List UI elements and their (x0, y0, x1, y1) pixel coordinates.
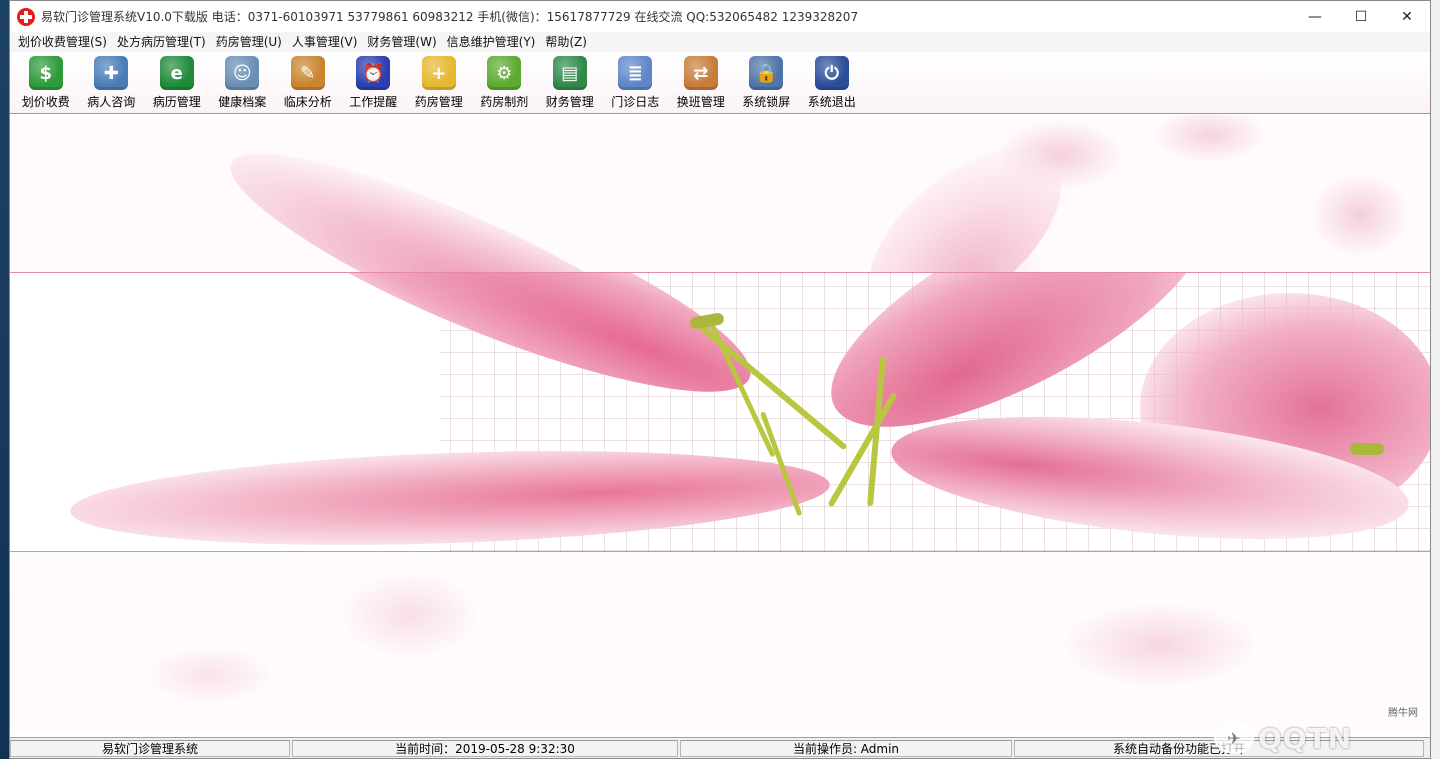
doctor-icon: ✚ (94, 56, 129, 90)
toolbar-button-7[interactable]: ⚙ 药房制剂 (472, 56, 538, 113)
menu-bar: 划价收费管理(S) 处方病历管理(T) 药房管理(U) 人事管理(V) 财务管理… (10, 32, 1430, 52)
desktop-background-right (1430, 0, 1440, 759)
toolbar-button-label: 工作提醒 (349, 95, 398, 109)
toolbar-button-label: 病人咨询 (87, 95, 136, 109)
toolbar-button-label: 临床分析 (283, 95, 332, 109)
site-watermark: 腾牛网 ✈ QQTN (1214, 704, 1424, 758)
toolbar-button-4[interactable]: ✎ 临床分析 (275, 56, 341, 113)
toolbar-button-label: 划价收费 (21, 95, 70, 109)
toolbar-button-label: 药房制剂 (480, 95, 529, 109)
green-book-icon: e (159, 56, 194, 90)
toolbar-button-label: 病历管理 (152, 95, 201, 109)
toolbar-button-11[interactable]: 🔒 系统锁屏 (734, 56, 800, 113)
toolbar-button-label: 系统锁屏 (742, 95, 791, 109)
menu-personnel[interactable]: 人事管理(V) (287, 32, 363, 52)
toolbar: $ 划价收费 ✚ 病人咨询 e 病历管理 ☺ 健康档案 ✎ 临床分析 ⏰ 工作提醒 + 药房管理 ⚙ 药房制剂… (10, 52, 1430, 114)
alarm-clock-icon: ⏰ (356, 56, 391, 90)
status-app-name: 易软门诊管理系统 (10, 739, 290, 757)
desktop-background (0, 0, 9, 759)
user-lock-icon: 🔒 (749, 56, 784, 90)
watermark-site: 腾牛网 (1386, 704, 1420, 719)
watermark-text: QQTN (1258, 721, 1353, 755)
toolbar-button-12[interactable]: ⏻ 系统退出 (799, 56, 865, 113)
toolbar-button-9[interactable]: ≣ 门诊日志 (603, 56, 669, 113)
toolbar-button-label: 换班管理 (676, 95, 725, 109)
toolbar-button-5[interactable]: ⏰ 工作提醒 (341, 56, 407, 113)
toolbar-button-10[interactable]: ⇄ 换班管理 (668, 56, 734, 113)
toolbar-button-2[interactable]: e 病历管理 (144, 56, 210, 113)
toolbar-button-3[interactable]: ☺ 健康档案 (210, 56, 276, 113)
menu-pharmacy[interactable]: 药房管理(U) (211, 32, 287, 52)
person-file-icon: ☺ (225, 56, 260, 90)
folder-add-icon: + (421, 56, 456, 90)
toolbar-button-0[interactable]: $ 划价收费 (13, 56, 79, 113)
clipboard-icon: ✎ (290, 56, 325, 90)
watermark-logo-icon: ✈ (1214, 722, 1254, 754)
toolbar-button-6[interactable]: + 药房管理 (406, 56, 472, 113)
money-calculator-icon: $ (28, 56, 63, 90)
maximize-button[interactable]: ☐ (1338, 1, 1384, 32)
toolbar-button-label: 药房管理 (414, 95, 463, 109)
status-current-time: 当前时间：2019-05-28 9:32:30 (292, 739, 678, 757)
red-cross-logo-icon (17, 7, 35, 26)
main-window: 易软门诊管理系统V10.0下载版 电话：0371-60103971 537798… (9, 0, 1431, 759)
toolbar-button-label: 财务管理 (545, 95, 594, 109)
handshake-icon: ⇄ (683, 56, 718, 90)
toolbar-button-8[interactable]: ▤ 财务管理 (537, 56, 603, 113)
close-button[interactable]: ✕ (1384, 1, 1430, 32)
toolbar-button-label: 健康档案 (218, 95, 267, 109)
toolbar-button-label: 系统退出 (807, 95, 856, 109)
status-operator: 当前操作员: Admin (680, 739, 1012, 757)
documents-icon: ≣ (618, 56, 653, 90)
toolbar-button-label: 门诊日志 (611, 95, 660, 109)
lily-anther (1350, 443, 1384, 455)
gear-icon: ⚙ (487, 56, 522, 90)
menu-prescription[interactable]: 处方病历管理(T) (112, 32, 211, 52)
title-bar[interactable]: 易软门诊管理系统V10.0下载版 电话：0371-60103971 537798… (10, 1, 1430, 32)
minimize-button[interactable]: — (1292, 1, 1338, 32)
window-title: 易软门诊管理系统V10.0下载版 电话：0371-60103971 537798… (41, 10, 859, 24)
window-controls: — ☐ ✕ (1292, 1, 1430, 32)
menu-finance[interactable]: 财务管理(W) (362, 32, 441, 52)
power-icon: ⏻ (814, 56, 849, 90)
green-ledger-icon: ▤ (552, 56, 587, 90)
menu-info-maintenance[interactable]: 信息维护管理(Y) (442, 32, 541, 52)
menu-help[interactable]: 帮助(Z) (540, 32, 592, 52)
toolbar-button-1[interactable]: ✚ 病人咨询 (79, 56, 145, 113)
main-content-area (10, 115, 1430, 734)
lily-banner-image (10, 272, 1430, 552)
menu-billing[interactable]: 划价收费管理(S) (13, 32, 112, 52)
